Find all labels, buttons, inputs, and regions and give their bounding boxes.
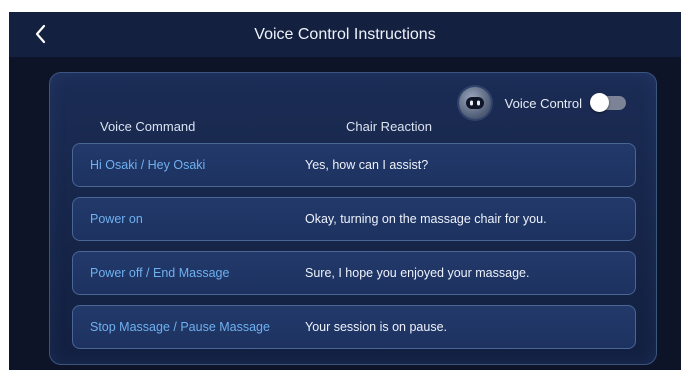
chair-reaction-header: Chair Reaction [346, 119, 432, 134]
voice-control-label: Voice Control [504, 95, 582, 111]
instructions-panel: Voice Control Voice Command Chair Reacti… [49, 72, 657, 365]
header-bar: Voice Control Instructions [9, 12, 681, 57]
command-text: Power on [90, 211, 143, 226]
voice-control-group: Voice Control [458, 87, 626, 119]
command-row[interactable]: Stop Massage / Pause Massage Your sessio… [72, 305, 636, 349]
command-row[interactable]: Power on Okay, turning on the massage ch… [72, 197, 636, 241]
robot-icon [458, 87, 491, 119]
command-text: Stop Massage / Pause Massage [90, 319, 270, 334]
voice-control-screen: Voice Control Instructions Voice Control… [9, 12, 681, 370]
reaction-text: Sure, I hope you enjoyed your massage. [305, 266, 530, 280]
command-text: Hi Osaki / Hey Osaki [90, 157, 206, 172]
voice-control-toggle[interactable] [590, 93, 626, 112]
command-text: Power off / End Massage [90, 265, 230, 280]
voice-command-header: Voice Command [100, 119, 196, 134]
page-title: Voice Control Instructions [254, 26, 436, 43]
command-row[interactable]: Power off / End Massage Sure, I hope you… [72, 251, 636, 295]
reaction-text: Your session is on pause. [305, 320, 447, 334]
reaction-text: Okay, turning on the massage chair for y… [305, 212, 547, 226]
command-list: Hi Osaki / Hey Osaki Yes, how can I assi… [72, 143, 636, 359]
reaction-text: Yes, how can I assist? [305, 158, 429, 172]
command-row[interactable]: Hi Osaki / Hey Osaki Yes, how can I assi… [72, 143, 636, 187]
toggle-knob [590, 93, 609, 112]
